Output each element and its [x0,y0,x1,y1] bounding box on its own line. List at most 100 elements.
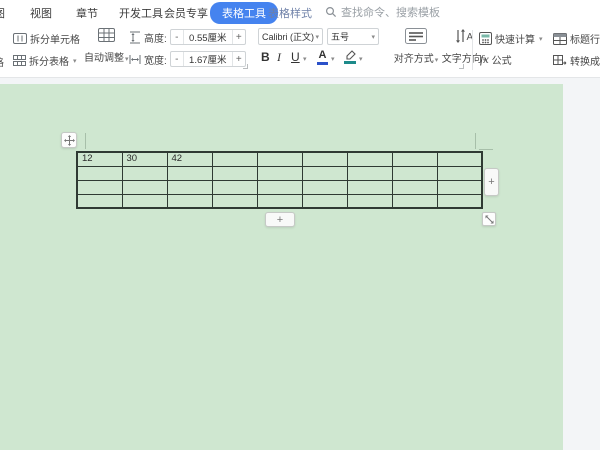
col-width-control: 宽度: - 1.67厘米 + [129,51,246,67]
table-move-handle[interactable] [61,132,77,148]
table-cell[interactable] [257,152,302,166]
font-color-button[interactable]: A [317,50,328,65]
table-cell[interactable] [257,194,302,208]
add-column-button[interactable]: + [484,168,499,196]
table-cell[interactable] [212,152,257,166]
table-cell[interactable] [167,166,212,180]
command-search[interactable]: 查找命令、搜索模板 [325,4,440,20]
chevron-down-icon: ▾ [435,57,439,64]
margin-crop-mark [475,133,476,149]
table-cell[interactable] [392,152,437,166]
group-expand-mark[interactable] [459,64,464,69]
table-cell[interactable] [392,194,437,208]
table-cell[interactable] [392,166,437,180]
table-cell[interactable] [77,180,122,194]
table-cell[interactable] [302,194,347,208]
font-size-select[interactable]: 五号 ▾ [327,28,379,45]
table-cell[interactable] [437,194,482,208]
tab-cut-left[interactable]: 图 [0,5,5,21]
underline-button[interactable]: U [291,50,300,64]
table-cell[interactable] [77,166,122,180]
autofit-label: 自动调整 [84,53,124,64]
font-size-value: 五号 [331,30,349,43]
split-cells-button[interactable]: 拆分单元格 [13,31,80,46]
split-table-button[interactable]: 拆分表格▾ [13,53,77,68]
menubar: 图 视图 章节 开发工具 会员专享 表格工具 表格样式 查找命令、搜索模板 [0,0,600,24]
tab-member[interactable]: 会员专享 [164,5,208,21]
autofit-button[interactable]: 自动调整▾ [84,28,128,64]
convert-button[interactable]: 转换成 [553,53,600,68]
alignment-button[interactable]: 对齐方式▾ [392,28,440,65]
tab-view[interactable]: 视图 [30,5,52,21]
table-cell[interactable] [347,180,392,194]
table-cell[interactable] [437,166,482,180]
table-cell[interactable] [167,194,212,208]
tab-table-style[interactable]: 表格样式 [268,5,312,21]
table-cell[interactable] [302,152,347,166]
highlight-chevron-icon[interactable]: ▾ [359,55,363,63]
quick-calc-button[interactable]: 快速计算▾ [479,31,543,46]
search-icon [325,6,337,18]
table-cell[interactable]: 42 [167,152,212,166]
table-cell[interactable] [347,194,392,208]
table-row [77,194,482,208]
width-value[interactable]: 1.67厘米 [184,52,232,66]
title-row-button[interactable]: 标题行 [553,31,600,46]
table-cell[interactable] [122,180,167,194]
table-cell[interactable] [77,194,122,208]
font-color-bar [317,62,328,65]
doc-table-body: 123042 [77,152,482,208]
table-row [77,166,482,180]
highlight-button[interactable] [344,50,356,64]
table-cell[interactable] [257,180,302,194]
font-color-chevron-icon[interactable]: ▾ [331,55,335,63]
table-cell[interactable] [257,166,302,180]
table-cell[interactable] [392,180,437,194]
table-cell[interactable] [302,180,347,194]
table-row: 123042 [77,152,482,166]
table-cell[interactable] [347,166,392,180]
table-cell[interactable] [212,180,257,194]
table-cell[interactable] [212,166,257,180]
table-cell[interactable] [212,194,257,208]
document-page[interactable]: 123042 + + [0,84,563,450]
chevron-down-icon: ▾ [371,33,375,41]
table-cell[interactable] [122,194,167,208]
document-canvas: 123042 + + [0,78,600,450]
convert-table-icon [553,55,567,67]
italic-button[interactable]: I [277,50,281,65]
underline-chevron-icon[interactable]: ▾ [303,55,307,63]
add-row-button[interactable]: + [265,212,295,227]
width-decrease-button[interactable]: - [171,52,184,66]
title-row-label: 标题行 [570,31,600,46]
group-expand-mark[interactable] [243,64,248,69]
chevron-down-icon: ▾ [73,57,77,65]
convert-label: 转换成 [570,53,600,68]
height-increase-button[interactable]: + [232,30,245,44]
height-decrease-button[interactable]: - [171,30,184,44]
height-value[interactable]: 0.55厘米 [184,30,232,44]
search-placeholder: 查找命令、搜索模板 [341,4,440,20]
tab-section[interactable]: 章节 [76,5,98,21]
table-cell[interactable] [437,152,482,166]
table-cell[interactable] [167,180,212,194]
table-cell[interactable]: 12 [77,152,122,166]
table-cell[interactable] [347,152,392,166]
table-cell[interactable]: 30 [122,152,167,166]
table-cell[interactable] [437,180,482,194]
doc-table: 123042 [76,151,483,209]
chevron-down-icon: ▾ [315,33,319,41]
cutoff-label: 格 [0,54,4,69]
tab-developer[interactable]: 开发工具 [119,5,163,21]
quick-calc-label: 快速计算 [495,31,535,46]
width-spinner: - 1.67厘米 + [170,51,246,67]
font-name-select[interactable]: Calibri (正文)▾ [258,28,323,45]
bold-button[interactable]: B [261,50,270,64]
formula-button[interactable]: fx 公式 [480,52,512,67]
height-label: 高度: [144,30,167,45]
table-cell[interactable] [122,166,167,180]
table-resize-handle[interactable] [482,212,496,226]
alignment-icon [392,28,440,44]
table-cell[interactable] [302,166,347,180]
split-cells-label: 拆分单元格 [30,31,80,46]
